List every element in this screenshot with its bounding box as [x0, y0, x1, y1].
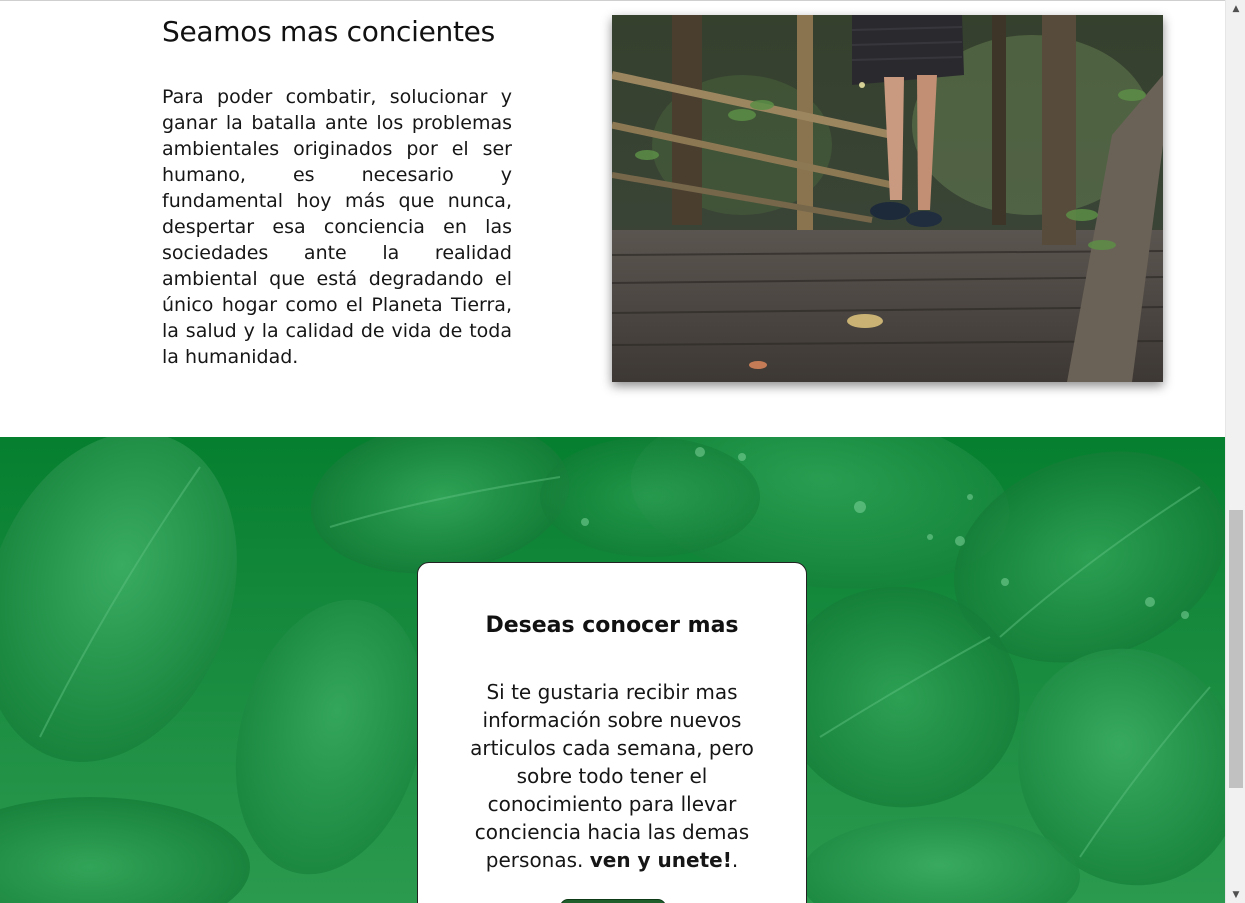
intro-title: Seamos mas concientes — [162, 15, 495, 48]
card-text-emphasis: ven y unete! — [589, 848, 732, 872]
page-viewport: Seamos mas concientes Para poder combati… — [0, 0, 1225, 903]
intro-section: Seamos mas concientes Para poder combati… — [0, 1, 1225, 437]
triangle-down-icon[interactable]: ▼ — [1226, 886, 1245, 903]
forest-walkway-photo — [612, 15, 1163, 382]
card-title: Deseas conocer mas — [485, 613, 739, 638]
card-text-body: Si te gustaria recibir mas información s… — [470, 680, 754, 872]
newsletter-card: Deseas conocer mas Si te gustaria recibi… — [417, 562, 807, 903]
card-text: Si te gustaria recibir mas información s… — [452, 678, 772, 874]
vertical-scrollbar[interactable]: ▲ ▼ — [1225, 0, 1245, 903]
newsletter-section: Deseas conocer mas Si te gustaria recibi… — [0, 437, 1225, 903]
intro-paragraph: Para poder combatir, solucionar y ganar … — [162, 86, 512, 368]
triangle-up-icon[interactable]: ▲ — [1226, 0, 1245, 17]
scrollbar-thumb[interactable] — [1229, 510, 1243, 788]
card-text-end: . — [731, 848, 739, 872]
subscribe-button[interactable] — [560, 899, 666, 903]
